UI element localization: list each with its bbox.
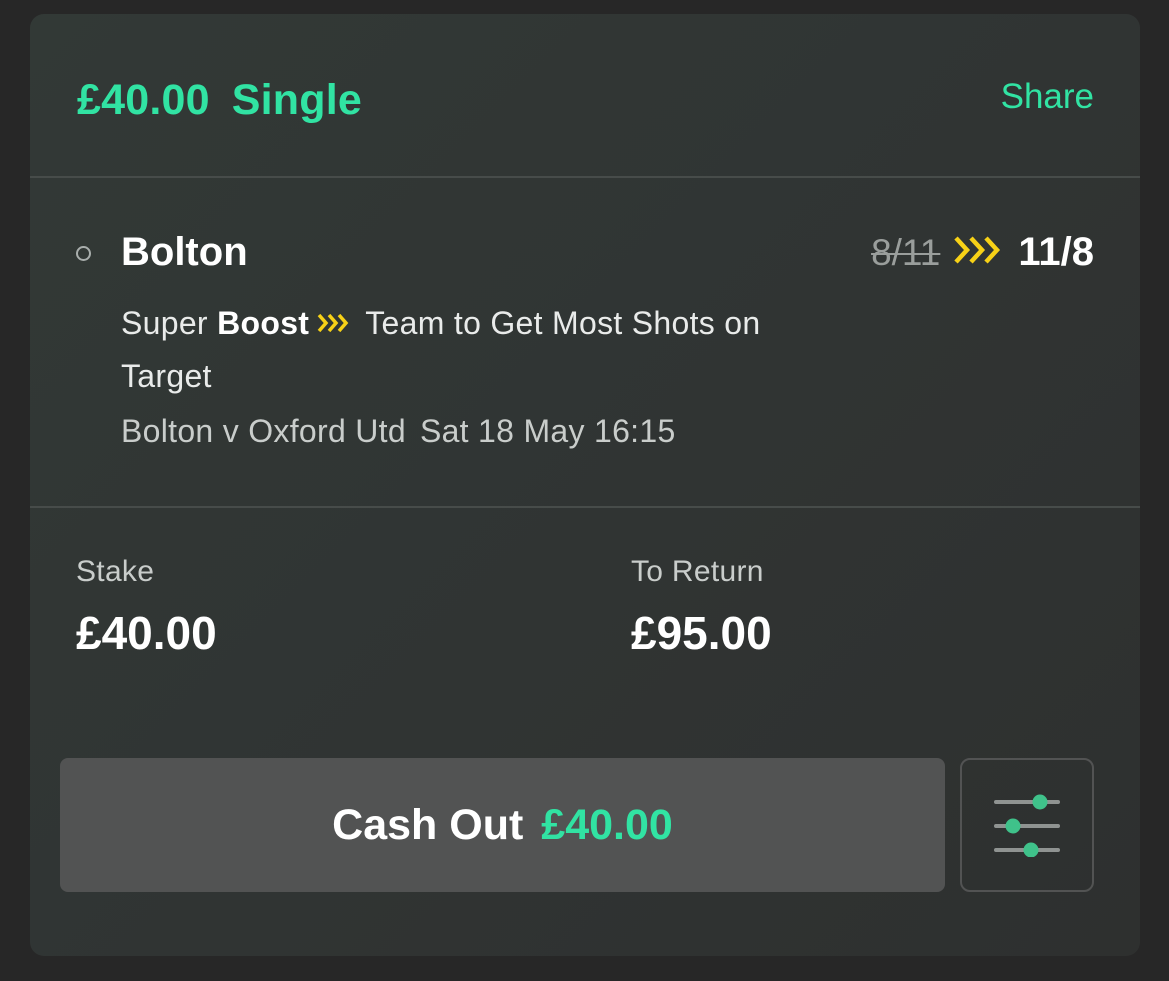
market-prefix: Super — [121, 305, 208, 341]
bet-type: Single — [231, 76, 362, 124]
bet-amount: £40.00 — [77, 76, 210, 124]
to-return-label: To Return — [631, 555, 764, 588]
bet-title: £40.00 Single — [77, 76, 362, 125]
boost-chevrons-icon — [317, 298, 351, 348]
market-description: Super Boost Team to Get Most Shots on Ta… — [121, 298, 841, 401]
cash-out-settings-button[interactable] — [960, 758, 1094, 892]
stake-label: Stake — [76, 555, 155, 588]
old-odds: 8/11 — [871, 231, 941, 273]
bet-card: £40.00 Single Share Bolton 8/11 11/8 Supe… — [30, 14, 1140, 956]
radio-circle-icon — [76, 246, 91, 261]
event-info: Bolton v Oxford Utd Sat 18 May 16:15 — [121, 413, 676, 450]
bet-header: £40.00 Single Share — [30, 14, 1140, 177]
selection-divider — [30, 506, 1140, 508]
boosted-odds: 11/8 — [1018, 230, 1094, 274]
cash-out-amount: £40.00 — [541, 800, 673, 849]
event-name: Bolton v Oxford Utd — [121, 413, 406, 449]
event-time: Sat 18 May 16:15 — [419, 413, 676, 449]
cash-out-button[interactable]: Cash Out £40.00 — [60, 758, 945, 892]
share-link[interactable]: Share — [1001, 77, 1094, 117]
boost-chevrons-icon — [954, 235, 1002, 270]
market-boost-label: Boost — [217, 305, 310, 341]
stake-value: £40.00 — [76, 607, 217, 659]
selection-section: Bolton 8/11 11/8 Super Boost Team to Get… — [30, 178, 1140, 506]
to-return-value: £95.00 — [631, 607, 772, 659]
sliders-icon — [994, 794, 1060, 857]
odds-display: 8/11 11/8 — [871, 230, 1094, 275]
cash-out-label: Cash Out — [332, 800, 524, 849]
selection-name: Bolton — [121, 230, 248, 274]
